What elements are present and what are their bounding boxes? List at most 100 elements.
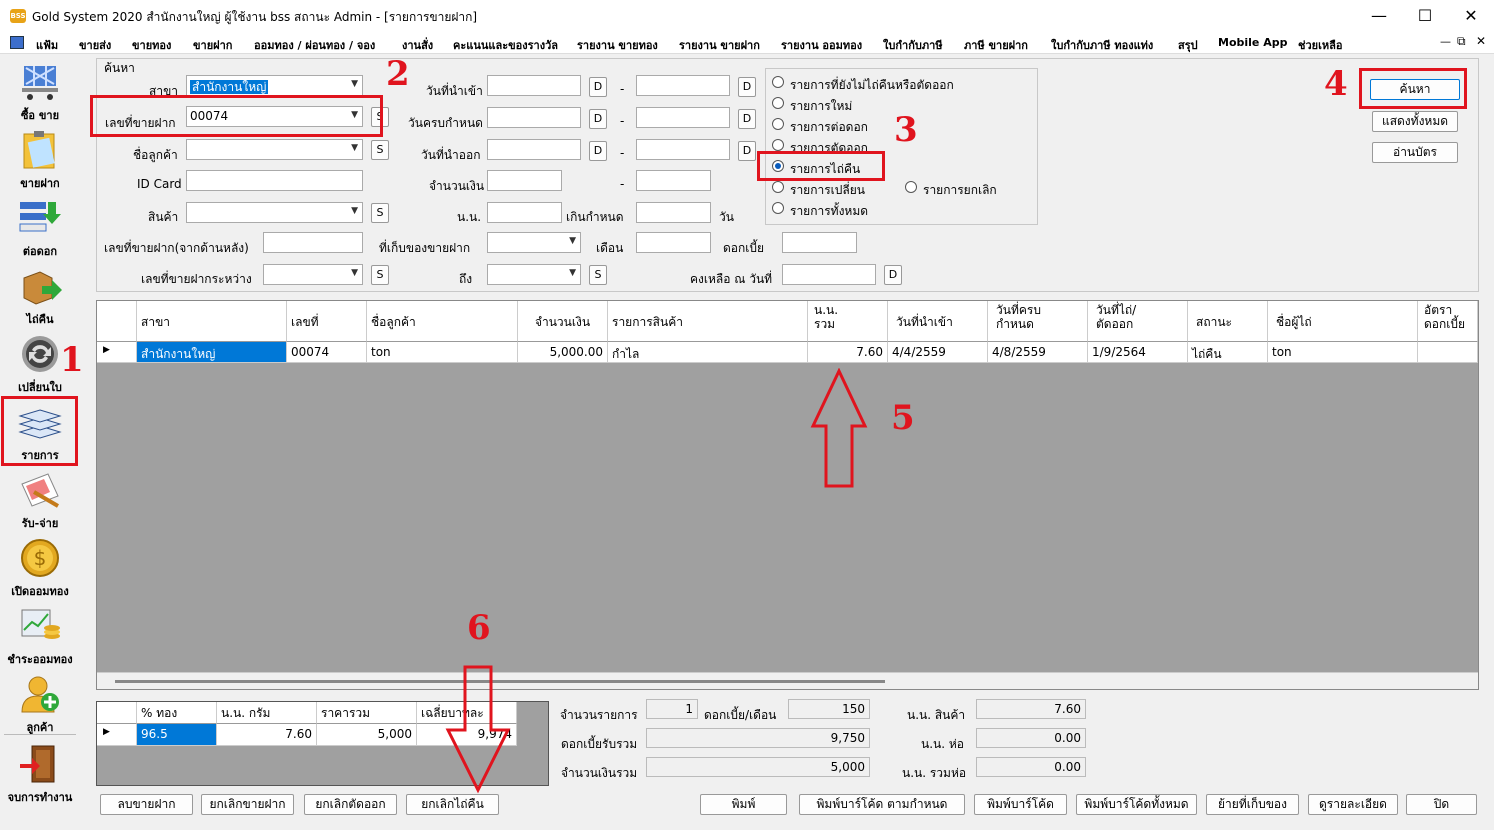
mdi-restore-button[interactable]: ⧉ bbox=[1457, 34, 1466, 49]
col-header-weight[interactable]: น.น. รวม bbox=[808, 301, 888, 342]
sidebar-item-pay-savings[interactable]: ชำระออมทอง bbox=[4, 602, 76, 668]
col-header-product[interactable]: รายการสินค้า bbox=[608, 301, 808, 342]
row-marker[interactable]: ▶ bbox=[97, 724, 137, 746]
cell-gold-percent[interactable]: 96.5 bbox=[137, 724, 217, 746]
cell-redeem-date[interactable]: 1/9/2564 bbox=[1088, 342, 1188, 363]
menu-savings[interactable]: ออมทอง / ผ่อนทอง / จอง bbox=[254, 36, 375, 54]
menu-tax-pawn[interactable]: ภาษี ขายฝาก bbox=[964, 36, 1028, 54]
print-barcode-due-button[interactable]: พิมพ์บาร์โค้ด ตามกำหนด bbox=[799, 794, 965, 815]
date-out-from-input[interactable] bbox=[487, 139, 581, 160]
col-header-date-in[interactable]: วันที่นำเข้า bbox=[888, 301, 988, 342]
date-out-to-input[interactable] bbox=[636, 139, 730, 160]
cell-customer[interactable]: ton bbox=[367, 342, 518, 363]
close-button[interactable]: ปิด bbox=[1406, 794, 1477, 815]
product-select[interactable]: ▼ bbox=[186, 202, 363, 223]
range-to-select[interactable]: ▼ bbox=[487, 264, 581, 285]
cell-due[interactable]: 4/8/2559 bbox=[988, 342, 1088, 363]
sidebar-item-extend[interactable]: ต่อดอก bbox=[4, 194, 76, 260]
date-out-from-picker[interactable]: D bbox=[589, 141, 607, 161]
cancel-pawn-button[interactable]: ยกเลิกขายฝาก bbox=[201, 794, 294, 815]
close-window-button[interactable]: ✕ bbox=[1448, 4, 1494, 28]
cell-amount[interactable]: 5,000.00 bbox=[518, 342, 608, 363]
menu-points[interactable]: คะแนนและของรางวัล bbox=[453, 36, 558, 54]
menu-report-pawn[interactable]: รายงาน ขายฝาก bbox=[679, 36, 760, 54]
menu-tax-bar[interactable]: ใบกำกับภาษี ทองแท่ง bbox=[1051, 36, 1153, 54]
radio-button[interactable] bbox=[772, 97, 784, 109]
sidebar-item-receive-pay[interactable]: รับ-จ่าย bbox=[4, 466, 76, 532]
col-header-weight-gram[interactable]: น.น. กรัม bbox=[217, 702, 317, 724]
menu-mobile-app[interactable]: Mobile App bbox=[1218, 36, 1287, 49]
cell-total-price[interactable]: 5,000 bbox=[317, 724, 417, 746]
month-input[interactable] bbox=[636, 232, 711, 253]
col-header-redeemer[interactable]: ชื่อผู้ไถ่ bbox=[1268, 301, 1418, 342]
menu-report-savings[interactable]: รายงาน ออมทอง bbox=[781, 36, 862, 54]
interest-input[interactable] bbox=[782, 232, 857, 253]
cell-interest-rate[interactable] bbox=[1418, 342, 1478, 363]
minimize-button[interactable]: — bbox=[1356, 4, 1402, 28]
storage-select[interactable]: ▼ bbox=[487, 232, 581, 253]
menu-tax-invoice[interactable]: ใบกำกับภาษี bbox=[883, 36, 943, 54]
sidebar-item-redeem[interactable]: ไถ่คืน bbox=[4, 262, 76, 328]
date-out-to-picker[interactable]: D bbox=[738, 141, 756, 161]
menu-report-gold[interactable]: รายงาน ขายทอง bbox=[577, 36, 658, 54]
menu-sell-gold[interactable]: ขายทอง bbox=[132, 36, 171, 54]
sidebar-item-pawn[interactable]: ขายฝาก bbox=[4, 126, 76, 192]
menu-orders[interactable]: งานสั่ง bbox=[402, 36, 433, 54]
col-header-gold-percent[interactable]: % ทอง bbox=[137, 702, 217, 724]
cell-status[interactable]: ไถ่คืน bbox=[1188, 342, 1268, 363]
back-no-input[interactable] bbox=[263, 232, 363, 253]
cell-number[interactable]: 00074 bbox=[287, 342, 367, 363]
date-in-from-input[interactable] bbox=[487, 75, 581, 96]
product-search-button[interactable]: S bbox=[371, 203, 389, 223]
customer-search-button[interactable]: S bbox=[371, 140, 389, 160]
col-header-number[interactable]: เลขที่ bbox=[287, 301, 367, 342]
col-header-redeem-date[interactable]: วันที่ไถ่/ ตัดออก bbox=[1088, 301, 1188, 342]
cell-date-in[interactable]: 4/4/2559 bbox=[888, 342, 988, 363]
radio-button[interactable] bbox=[772, 181, 784, 193]
print-all-barcode-button[interactable]: พิมพ์บาร์โค้ดทั้งหมด bbox=[1076, 794, 1197, 815]
cell-weight-gram[interactable]: 7.60 bbox=[217, 724, 317, 746]
menu-summary[interactable]: สรุป bbox=[1178, 36, 1198, 54]
col-header-due[interactable]: วันที่ครบ กำหนด bbox=[988, 301, 1088, 342]
col-header-customer[interactable]: ชื่อลูกค้า bbox=[367, 301, 518, 342]
view-detail-button[interactable]: ดูรายละเอียด bbox=[1308, 794, 1398, 815]
date-in-to-picker[interactable]: D bbox=[738, 77, 756, 97]
delete-pawn-button[interactable]: ลบขายฝาก bbox=[100, 794, 193, 815]
customer-select[interactable]: ▼ bbox=[186, 139, 363, 160]
horizontal-scrollbar[interactable] bbox=[97, 672, 1478, 689]
cell-weight[interactable]: 7.60 bbox=[808, 342, 888, 363]
cell-branch[interactable]: สำนักงานใหญ่ bbox=[137, 342, 287, 363]
sidebar-item-open-savings[interactable]: $ เปิดออมทอง bbox=[4, 534, 76, 600]
radio-button[interactable] bbox=[772, 118, 784, 130]
filter-all[interactable]: รายการทั้งหมด bbox=[772, 202, 922, 218]
date-in-from-picker[interactable]: D bbox=[589, 77, 607, 97]
mdi-close-button[interactable]: ✕ bbox=[1476, 34, 1486, 48]
sidebar-item-customer[interactable]: ลูกค้า bbox=[4, 670, 76, 736]
sidebar-item-buy-sell[interactable]: ซื้อ ขาย bbox=[4, 58, 76, 124]
row-marker[interactable]: ▶ bbox=[97, 342, 137, 363]
over-due-input[interactable] bbox=[636, 202, 711, 223]
cell-product[interactable]: กำไล bbox=[608, 342, 808, 363]
amount-to-input[interactable] bbox=[636, 170, 711, 191]
weight-input[interactable] bbox=[487, 202, 562, 223]
idcard-input[interactable] bbox=[186, 170, 363, 191]
col-header-amount[interactable]: จำนวนเงิน bbox=[518, 301, 608, 342]
print-button[interactable]: พิมพ์ bbox=[700, 794, 787, 815]
due-from-input[interactable] bbox=[487, 107, 581, 128]
menu-file[interactable]: แฟ้ม bbox=[36, 36, 58, 54]
range-to-search-button[interactable]: S bbox=[589, 265, 607, 285]
col-header-interest-rate[interactable]: อัตรา ดอกเบี้ย bbox=[1418, 301, 1478, 342]
col-header-status[interactable]: สถานะ bbox=[1188, 301, 1268, 342]
move-storage-button[interactable]: ย้ายที่เก็บของ bbox=[1206, 794, 1299, 815]
menu-wholesale[interactable]: ขายส่ง bbox=[79, 36, 111, 54]
cancel-redeem-button[interactable]: ยกเลิกไถ่คืน bbox=[406, 794, 499, 815]
sidebar-item-exit[interactable]: จบการทำงาน bbox=[4, 740, 76, 806]
cell-redeemer[interactable]: ton bbox=[1268, 342, 1418, 363]
read-card-button[interactable]: อ่านบัตร bbox=[1372, 142, 1458, 163]
col-header-total-price[interactable]: ราคารวม bbox=[317, 702, 417, 724]
filter-not-redeemed[interactable]: รายการที่ยังไม่ไถ่คืนหรือตัดออก bbox=[772, 76, 1022, 92]
due-to-input[interactable] bbox=[636, 107, 730, 128]
mdi-minimize-button[interactable]: — bbox=[1440, 35, 1451, 48]
col-header-branch[interactable]: สาขา bbox=[137, 301, 287, 342]
radio-button[interactable] bbox=[772, 202, 784, 214]
